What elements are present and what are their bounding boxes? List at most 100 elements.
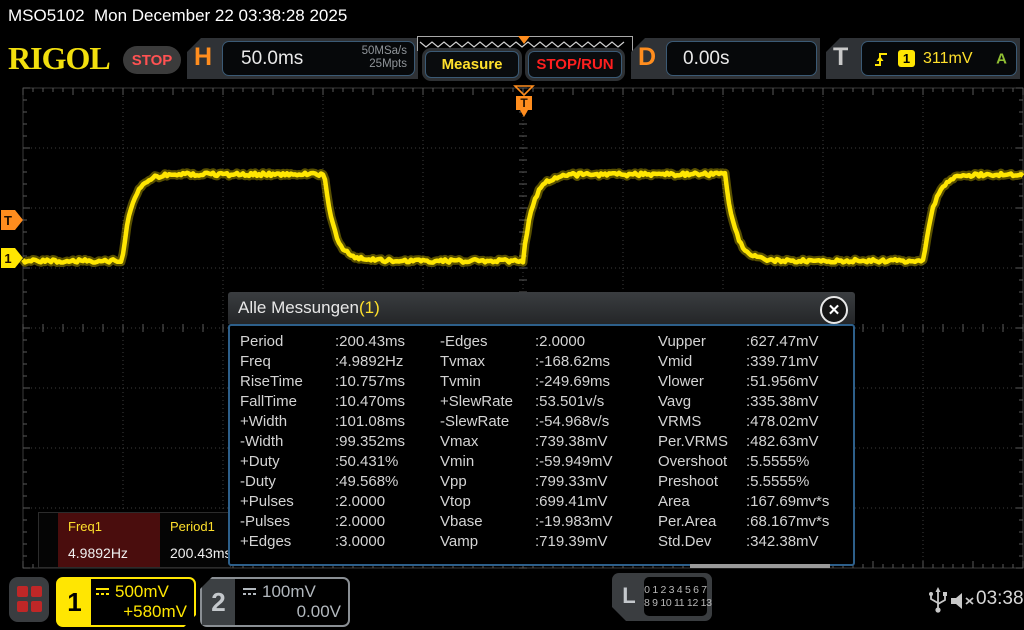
- measurement-value: :10.757ms: [335, 373, 405, 390]
- measurement-label: Overshoot: [658, 453, 746, 470]
- measurement-row: +Duty:50.431%: [240, 453, 405, 473]
- measurement-row: -Pulses:2.0000: [240, 513, 405, 533]
- measurement-value: :2.0000: [335, 493, 385, 510]
- channel2-number: 2: [202, 579, 235, 625]
- measurement-value: :4.9892Hz: [335, 353, 403, 370]
- svg-text:T: T: [4, 213, 12, 228]
- measurement-value: :342.38mV: [746, 533, 819, 550]
- measurement-label: -Duty: [240, 473, 335, 490]
- measurement-value: :200.43ms: [335, 333, 405, 350]
- menu-grid-button[interactable]: [9, 577, 49, 622]
- measurement-label: -SlewRate: [440, 413, 535, 430]
- measurement-value: :-249.69ms: [535, 373, 610, 390]
- measurement-value: :719.39mV: [535, 533, 608, 550]
- measurement-row: +Pulses:2.0000: [240, 493, 405, 513]
- measurement-row: Vmax:739.38mV: [440, 433, 613, 453]
- trigger-level-marker[interactable]: T: [0, 209, 24, 231]
- logic-channels-box[interactable]: L 0 1 2 3 4 5 6 7 8 9 10 11 12 13 14 15: [612, 573, 712, 621]
- measurement-row: Per.VRMS:482.63mV: [658, 433, 829, 453]
- measurement-value: :-19.983mV: [535, 513, 613, 530]
- measurement-value: :10.470ms: [335, 393, 405, 410]
- measurement-label: Area: [658, 493, 746, 510]
- stat-item-freq1[interactable]: Freq1 4.9892Hz: [58, 513, 160, 567]
- stat-item-period1[interactable]: Period1200.43ms: [160, 513, 229, 567]
- measurement-value: :3.0000: [335, 533, 385, 550]
- measurement-label: Vtop: [440, 493, 535, 510]
- measurement-row: Vpp:799.33mV: [440, 473, 613, 493]
- panel-title-count: (1): [359, 298, 380, 317]
- logic-label: L: [618, 583, 640, 609]
- measurement-value: :-168.62ms: [535, 353, 610, 370]
- measurement-label: Preshoot: [658, 473, 746, 490]
- measurement-row: Vamp:719.39mV: [440, 533, 613, 553]
- measurement-value: :50.431%: [335, 453, 398, 470]
- channel2-scale: 100mV: [262, 582, 316, 602]
- measurement-label: Std.Dev: [658, 533, 746, 550]
- channel1-position-marker[interactable]: 1: [0, 247, 24, 269]
- panel-body: Period:200.43msFreq:4.9892HzRiseTime:10.…: [228, 324, 855, 566]
- measurement-value: :5.5555%: [746, 473, 809, 490]
- stat-label: Period1: [170, 519, 215, 534]
- measurement-label: Per.Area: [658, 513, 746, 530]
- measurement-label: +Edges: [240, 533, 335, 550]
- measurement-value: :-54.968v/s: [535, 413, 609, 430]
- grid-square-icon: [31, 601, 42, 612]
- measurement-value: :53.501v/s: [535, 393, 604, 410]
- grid-square-icon: [17, 586, 28, 597]
- measurement-value: :482.63mV: [746, 433, 819, 450]
- measurement-stats-panel: Freq1 4.9892Hz Period1200.43ms: [38, 512, 231, 568]
- channel1-scale: 500mV: [115, 582, 169, 602]
- close-icon[interactable]: ✕: [820, 296, 848, 324]
- measurement-value: :99.352ms: [335, 433, 405, 450]
- measurement-row: Preshoot:5.5555%: [658, 473, 829, 493]
- channel2-offset: 0.00V: [242, 602, 341, 623]
- measurement-column-2: -Edges:2.0000Tvmax:-168.62msTvmin:-249.6…: [440, 333, 613, 553]
- measurement-value: :-59.949mV: [535, 453, 613, 470]
- measurement-label: +Duty: [240, 453, 335, 470]
- measurement-row: Vbase:-19.983mV: [440, 513, 613, 533]
- measurement-label: +Width: [240, 413, 335, 430]
- measurement-row: Period:200.43ms: [240, 333, 405, 353]
- measurement-row: Freq:4.9892Hz: [240, 353, 405, 373]
- measurement-label: Tvmax: [440, 353, 535, 370]
- measurement-label: Freq: [240, 353, 335, 370]
- svg-text:1: 1: [4, 251, 11, 266]
- trigger-position-marker[interactable]: T: [511, 85, 537, 119]
- grid-square-icon: [31, 586, 42, 597]
- channel2-box[interactable]: 2 100mV 0.00V: [200, 577, 350, 627]
- measurement-value: :627.47mV: [746, 333, 819, 350]
- grid-square-icon: [17, 601, 28, 612]
- channel1-box[interactable]: 1 500mV +580mV: [56, 577, 196, 627]
- panel-title: Alle Messungen(1): [238, 298, 380, 318]
- measurement-label: RiseTime: [240, 373, 335, 390]
- measurement-label: Vmax: [440, 433, 535, 450]
- measurement-row: +Edges:3.0000: [240, 533, 405, 553]
- measurement-value: :339.71mV: [746, 353, 819, 370]
- panel-scrollbar[interactable]: [690, 564, 830, 568]
- measurement-value: :799.33mV: [535, 473, 608, 490]
- measurement-value: :699.41mV: [535, 493, 608, 510]
- measurement-row: -Duty:49.568%: [240, 473, 405, 493]
- measurement-row: +SlewRate:53.501v/s: [440, 393, 613, 413]
- channel1-number: 1: [58, 579, 91, 625]
- measurement-label: Tvmin: [440, 373, 535, 390]
- logic-row-1: 0 1 2 3 4 5 6 7: [644, 584, 707, 597]
- measurement-row: Tvmin:-249.69ms: [440, 373, 613, 393]
- measurement-row: Vtop:699.41mV: [440, 493, 613, 513]
- measurement-value: :739.38mV: [535, 433, 608, 450]
- measurement-value: :335.38mV: [746, 393, 819, 410]
- measurement-label: -Width: [240, 433, 335, 450]
- stat-value: 4.9892Hz: [68, 545, 128, 561]
- measurement-label: Vupper: [658, 333, 746, 350]
- measurement-column-3: Vupper:627.47mVVmid:339.71mVVlower:51.95…: [658, 333, 829, 553]
- measurement-row: Per.Area:68.167mv*s: [658, 513, 829, 533]
- panel-header[interactable]: Alle Messungen(1) ✕: [228, 292, 855, 324]
- measurement-label: Vmin: [440, 453, 535, 470]
- measurement-value: :2.0000: [535, 333, 585, 350]
- measurement-row: -Width:99.352ms: [240, 433, 405, 453]
- stat-label: Freq1: [68, 519, 102, 534]
- measurement-label: -Pulses: [240, 513, 335, 530]
- measurement-label: Vmid: [658, 353, 746, 370]
- logic-channel-numbers: 0 1 2 3 4 5 6 7 8 9 10 11 12 13 14 15: [644, 577, 707, 616]
- measurement-label: Vamp: [440, 533, 535, 550]
